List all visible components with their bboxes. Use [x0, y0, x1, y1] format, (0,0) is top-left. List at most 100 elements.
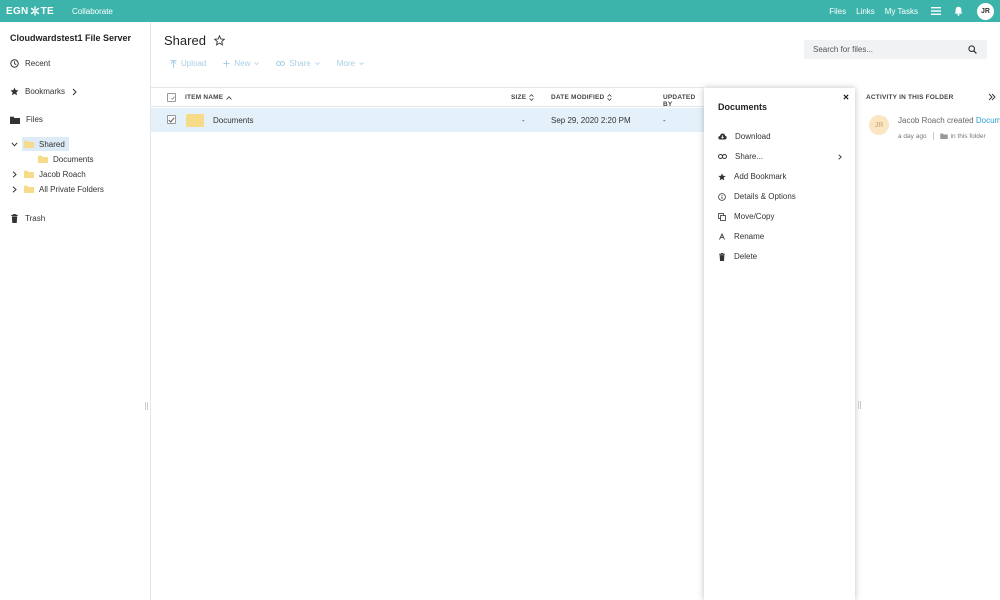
- panel-resize-handle[interactable]: [858, 401, 861, 409]
- new-label: New: [234, 59, 251, 68]
- tree-item-shared[interactable]: Shared: [11, 137, 69, 151]
- activity-avatar: JR: [869, 115, 889, 135]
- info-icon: [718, 192, 726, 201]
- menu-item-label: Rename: [734, 232, 765, 241]
- logo-star-icon: [30, 6, 39, 16]
- tree-item-label: Jacob Roach: [39, 169, 86, 179]
- menu-icon[interactable]: [931, 7, 941, 15]
- star-icon: [10, 87, 19, 96]
- column-label: SIZE: [511, 94, 527, 101]
- upload-icon: [170, 59, 177, 68]
- search-icon[interactable]: [968, 45, 977, 54]
- row-updated-by: -: [663, 116, 666, 125]
- activity-target-link[interactable]: Documents: [976, 116, 1000, 125]
- upload-button[interactable]: Upload: [170, 59, 206, 68]
- star-icon[interactable]: [213, 35, 225, 46]
- sidebar-item-files[interactable]: Files: [10, 115, 43, 124]
- toolbar: Upload New Share More: [170, 59, 381, 68]
- column-date-modified[interactable]: DATE MODIFIED: [551, 94, 613, 101]
- sort-up-icon: [226, 95, 233, 100]
- chevron-down-icon: [359, 62, 364, 65]
- column-size[interactable]: SIZE: [511, 94, 534, 101]
- column-updated-by[interactable]: UPDATED BY: [663, 94, 704, 108]
- chevron-right-icon[interactable]: [12, 170, 17, 178]
- activity-actor[interactable]: Jacob Roach: [898, 116, 945, 125]
- sidebar-item-label: Files: [26, 115, 43, 124]
- activity-text: Jacob Roach created Documents: [898, 116, 1000, 125]
- chevron-right-icon[interactable]: [12, 185, 17, 193]
- trash-icon: [10, 214, 19, 223]
- activity-time: a day ago: [898, 132, 927, 140]
- files-link[interactable]: Files: [829, 7, 846, 16]
- folder-icon: [38, 155, 48, 163]
- chevron-down-icon: [314, 62, 320, 65]
- my-tasks-link[interactable]: My Tasks: [885, 7, 918, 16]
- tree-item-shared-selected[interactable]: Shared: [22, 137, 69, 151]
- menu-item-share[interactable]: Share...: [718, 152, 842, 161]
- sidebar-item-trash[interactable]: Trash: [10, 214, 45, 223]
- collaborate-link[interactable]: Collaborate: [72, 7, 113, 16]
- user-avatar[interactable]: JR: [977, 2, 994, 20]
- rename-icon: [718, 232, 726, 241]
- links-link[interactable]: Links: [856, 7, 875, 16]
- sidebar-item-recent[interactable]: Recent: [10, 59, 50, 68]
- bell-icon[interactable]: [954, 6, 963, 16]
- tree-item-label: Documents: [53, 154, 94, 164]
- page-title-text: Shared: [164, 33, 206, 48]
- sidebar-item-bookmarks[interactable]: Bookmarks: [10, 87, 77, 96]
- server-title: Cloudwardstest1 File Server: [10, 33, 132, 43]
- chevron-down-icon: [254, 62, 260, 65]
- logo-text-right: TE: [40, 5, 54, 17]
- share-button[interactable]: Share: [276, 59, 320, 68]
- column-label: UPDATED BY: [663, 94, 696, 108]
- sort-icon: [529, 94, 534, 101]
- row-checkbox[interactable]: [167, 115, 176, 124]
- new-button[interactable]: New: [223, 59, 260, 68]
- chevron-right-icon[interactable]: [72, 88, 77, 96]
- tree-item-all-private-folders[interactable]: All Private Folders: [12, 182, 104, 196]
- trash-icon: [718, 252, 726, 261]
- more-button[interactable]: More: [337, 59, 364, 68]
- folder-icon: [24, 140, 34, 148]
- menu-item-move-copy[interactable]: Move/Copy: [718, 212, 842, 221]
- copy-icon: [718, 212, 726, 221]
- top-right-nav: Files Links My Tasks JR: [819, 0, 994, 22]
- menu-item-rename[interactable]: Rename: [718, 232, 842, 241]
- column-label: DATE MODIFIED: [551, 94, 605, 101]
- menu-item-download[interactable]: Download: [718, 132, 842, 141]
- plus-icon: [223, 60, 230, 67]
- activity-header: ACTIVITY IN THIS FOLDER: [866, 94, 954, 101]
- search-box: [804, 40, 987, 59]
- column-label: ITEM NAME: [185, 94, 224, 101]
- tree-item-documents[interactable]: Documents: [38, 152, 93, 166]
- select-all-checkbox[interactable]: [167, 93, 176, 102]
- menu-item-details-options[interactable]: Details & Options: [718, 192, 842, 201]
- activity-location: in this folder: [950, 132, 986, 140]
- close-icon[interactable]: [843, 94, 849, 100]
- chevron-right-icon: [838, 153, 842, 160]
- menu-item-delete[interactable]: Delete: [718, 252, 842, 261]
- double-chevron-right-icon[interactable]: [988, 93, 996, 101]
- chevron-down-icon[interactable]: [11, 141, 18, 147]
- tree-item-label: Shared: [39, 139, 65, 149]
- table-row[interactable]: Documents - Sep 29, 2020 2:20 PM -: [151, 108, 704, 132]
- search-input[interactable]: [813, 45, 963, 54]
- sidebar-resize-handle[interactable]: [145, 402, 148, 410]
- activity-meta: a day ago in this folder: [898, 132, 986, 140]
- activity-verb: created: [946, 116, 974, 125]
- row-item-name[interactable]: Documents: [213, 116, 253, 125]
- divider: [932, 132, 934, 140]
- logo-text-left: EGN: [6, 5, 29, 17]
- tree-item-jacob-roach[interactable]: Jacob Roach: [12, 167, 86, 181]
- egnyte-logo[interactable]: EGN TE: [6, 6, 54, 17]
- menu-item-label: Details & Options: [734, 192, 796, 201]
- download-icon: [718, 133, 727, 140]
- context-menu-title: Documents: [718, 102, 768, 112]
- menu-item-label: Move/Copy: [734, 212, 775, 221]
- column-item-name[interactable]: ITEM NAME: [185, 94, 233, 101]
- more-label: More: [336, 59, 355, 68]
- table-header: ITEM NAME SIZE DATE MODIFIED UPDATED BY: [151, 87, 704, 108]
- page-title: Shared: [164, 33, 225, 48]
- menu-item-add-bookmark[interactable]: Add Bookmark: [718, 172, 842, 181]
- menu-item-label: Share...: [735, 152, 764, 161]
